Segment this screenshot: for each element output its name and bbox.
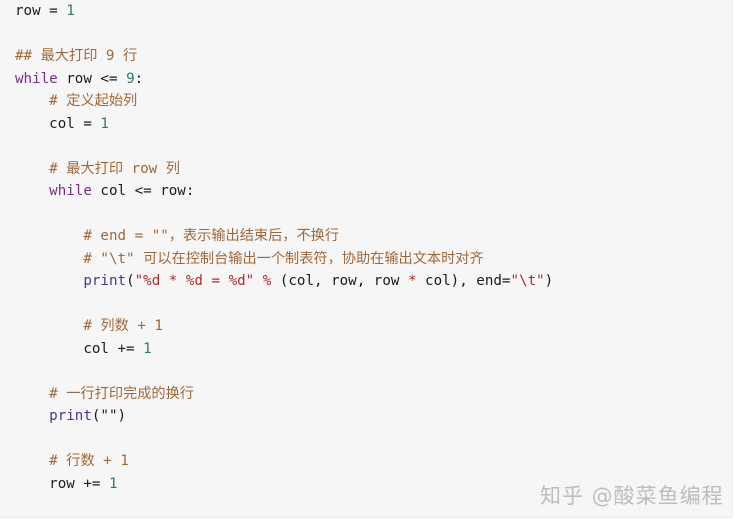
code-line: col += 1 xyxy=(15,338,553,361)
code-token-number: 1 xyxy=(143,340,152,357)
code-line: # 一行打印完成的换行 xyxy=(15,383,553,406)
code-line: while col <= row: xyxy=(15,180,553,203)
code-line: # 行数 + 1 xyxy=(15,450,553,473)
code-token-string: "\t" xyxy=(510,273,545,289)
code-line: # end = ""，表示输出结束后，不换行 xyxy=(15,225,553,248)
code-line: # 定义起始列 xyxy=(15,90,553,113)
code-line: ## 最大打印 9 行 xyxy=(15,45,553,68)
watermark: 知乎 @酸菜鱼编程 xyxy=(540,484,724,508)
code-token-number: 1 xyxy=(66,3,75,19)
code-token-comment: ## 最大打印 9 行 xyxy=(15,48,138,64)
code-token-comment: # end = ""，表示输出结束后，不换行 xyxy=(83,228,340,244)
code-token-comment: # 列数 + 1 xyxy=(83,318,163,334)
code-token-builtin: print xyxy=(83,273,127,289)
code-token-keyword: while xyxy=(15,70,58,87)
code-line: col = 1 xyxy=(15,113,553,136)
code-token-plain: : xyxy=(134,70,144,87)
code-token-comment: # 最大打印 row 列 xyxy=(49,160,180,177)
code-token-plain: row = xyxy=(15,3,67,19)
code-token-op-red: * xyxy=(407,273,417,289)
code-token-plain: row <= xyxy=(57,70,127,87)
code-token-number: 1 xyxy=(100,115,109,132)
code-line: print("") xyxy=(15,405,553,428)
code-token-plain: ("") xyxy=(91,408,127,424)
code-token-comment: # 一行打印完成的换行 xyxy=(49,385,194,402)
code-token-plain: col = xyxy=(15,115,101,132)
code-line: # 列数 + 1 xyxy=(15,315,553,338)
code-token-plain: col), end= xyxy=(416,273,511,289)
code-token-plain: col += xyxy=(15,340,144,357)
code-line: print("%d * %d = %d" % (col, row, row * … xyxy=(15,270,553,293)
code-token-plain: ( xyxy=(126,273,135,289)
code-token-number: 9 xyxy=(126,70,135,87)
code-token-comment: # "\t" 可以在控制台输出一个制表符，协助在输出文本时对齐 xyxy=(83,250,484,267)
code-token-op-red: % xyxy=(262,273,272,289)
code-line: while row <= 9: xyxy=(15,68,553,91)
code-line: # 最大打印 row 列 xyxy=(15,158,553,181)
code-content[interactable]: row = 1 ## 最大打印 9 行 while row <= 9: # 定义起… xyxy=(15,0,553,495)
code-line: # "\t" 可以在控制台输出一个制表符，协助在输出文本时对齐 xyxy=(15,248,553,271)
code-token-comment: # 行数 + 1 xyxy=(49,453,129,469)
code-token-plain: (col, row, row xyxy=(271,273,408,289)
code-token-number: 1 xyxy=(108,475,118,492)
code-token-comment: # 定义起始列 xyxy=(49,93,138,109)
code-token-builtin: print xyxy=(49,408,92,424)
code-token-string: "%d * %d = %d" xyxy=(134,273,255,289)
code-line: row = 1 xyxy=(15,0,553,23)
code-token-plain: ) xyxy=(544,273,554,289)
code-line: row += 1 xyxy=(15,473,553,496)
code-token-plain: row += xyxy=(15,475,109,492)
code-token-keyword: while xyxy=(49,183,92,199)
code-block: row = 1 ## 最大打印 9 行 while row <= 9: # 定义起… xyxy=(0,0,733,518)
code-token-plain: col <= row: xyxy=(91,183,195,199)
